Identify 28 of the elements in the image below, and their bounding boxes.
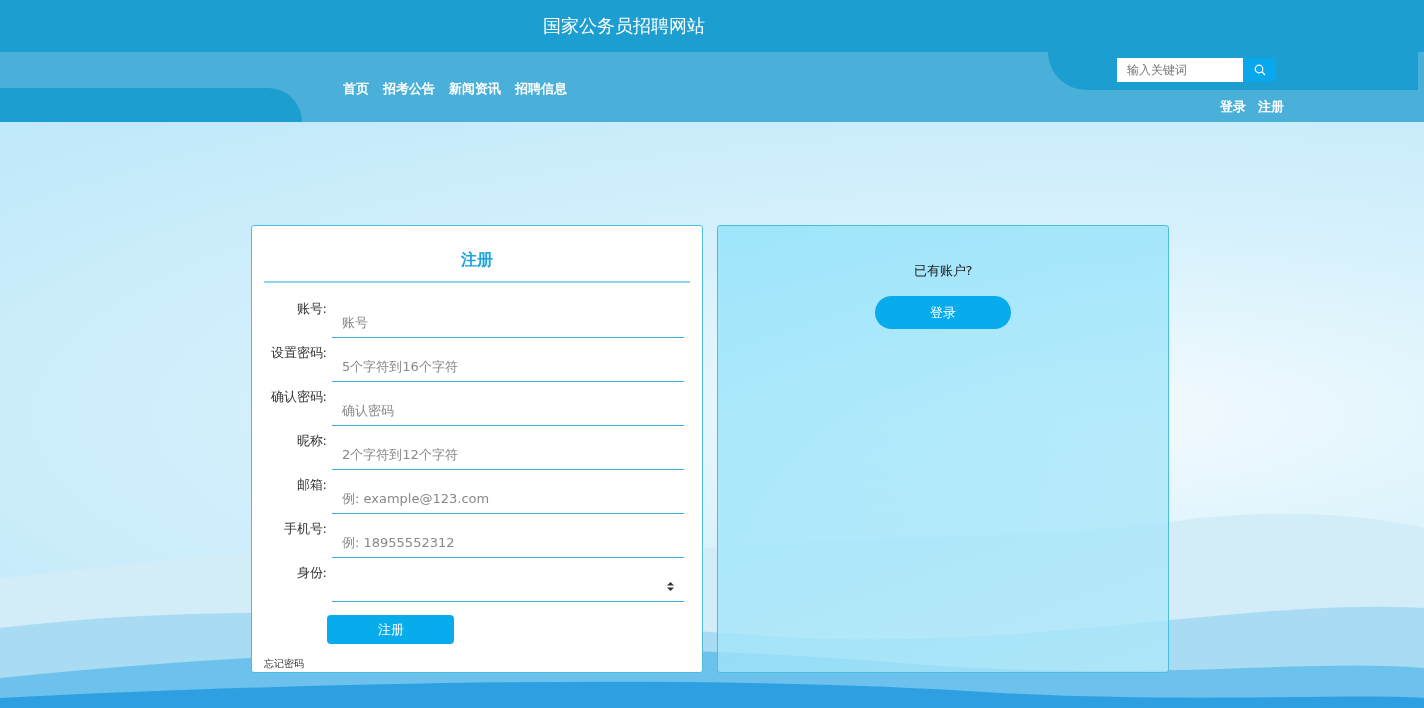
login-prompt: 已有账户? (913, 262, 973, 280)
field-label: 邮箱: (295, 476, 327, 494)
nav-link[interactable]: 招聘信息 (515, 80, 567, 98)
auth-link[interactable]: 注册 (1258, 98, 1284, 116)
search-field[interactable]: 输入关键词 (1117, 58, 1246, 82)
input-field[interactable]: 例: example@123.com (332, 483, 684, 514)
input-field[interactable]: 5个字符到16个字符 (332, 351, 684, 382)
field-label: 昵称: (295, 432, 327, 450)
field-label: 手机号: (282, 520, 327, 538)
auth-link[interactable]: 登录 (1220, 98, 1246, 116)
nav-link[interactable]: 新闻资讯 (449, 80, 501, 98)
field-label: 设置密码: (269, 344, 327, 362)
site-title: 国家公务员招聘网站 (543, 14, 706, 38)
nav-link[interactable]: 首页 (343, 80, 369, 98)
search-icon (1253, 64, 1266, 76)
nav-link[interactable]: 招考公告 (383, 80, 435, 98)
field-label: 确认密码: (269, 388, 327, 406)
sort-arrows-icon (667, 581, 674, 591)
field-label: 身份: (295, 564, 327, 582)
input-field[interactable]: 2个字符到12个字符 (332, 439, 684, 470)
field-label: 账号: (295, 300, 327, 318)
login-button[interactable]: 登录 (875, 296, 1011, 329)
input-field[interactable]: 账号 (332, 307, 684, 338)
input-field[interactable]: 确认密码 (332, 395, 684, 426)
form-title: 注册 (264, 226, 690, 283)
register-button[interactable]: 注册 (327, 615, 454, 644)
forgot-password-link[interactable]: 忘记密码 (264, 657, 304, 671)
input-field[interactable]: 例: 18955552312 (332, 527, 684, 558)
